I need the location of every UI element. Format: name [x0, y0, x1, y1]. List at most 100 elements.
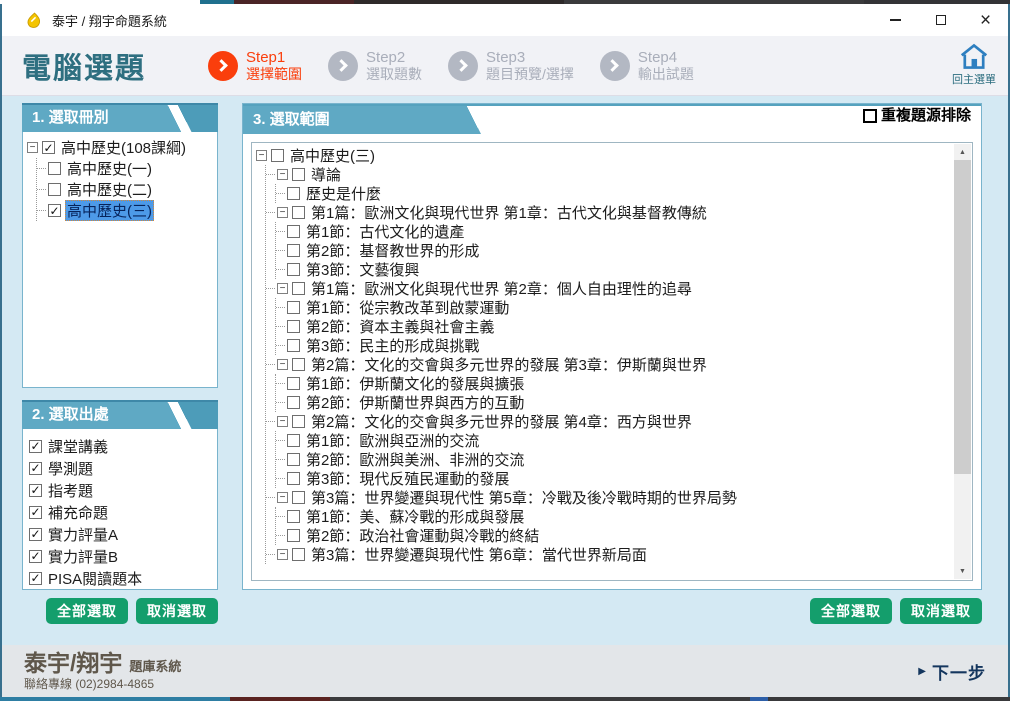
source-item[interactable]: ✓ 學測題: [29, 457, 215, 479]
expand-collapse-icon[interactable]: −: [277, 359, 288, 370]
tree-row[interactable]: 高中歷史(一): [37, 158, 215, 179]
checkbox[interactable]: [287, 320, 300, 333]
expand-collapse-icon[interactable]: −: [277, 492, 288, 503]
tree-row[interactable]: − 第1篇：歐洲文化與現代世界 第1章：古代文化與基督教傳統: [266, 203, 952, 222]
tree-row[interactable]: 歷史是什麼: [276, 184, 952, 203]
tree-connector: [276, 231, 285, 232]
checkbox[interactable]: [287, 187, 300, 200]
expand-collapse-icon[interactable]: −: [277, 549, 288, 560]
checkbox[interactable]: ✓: [29, 483, 42, 497]
expand-collapse-icon[interactable]: −: [256, 150, 267, 161]
tree-row[interactable]: − 第3篇：世界變遷與現代性 第5章：冷戰及後冷戰時期的世界局勢: [266, 488, 952, 507]
tree-row[interactable]: − 第3篇：世界變遷與現代性 第6章：當代世界新局面: [266, 545, 952, 564]
step-2[interactable]: Step2 選取題數: [328, 49, 422, 82]
step-3[interactable]: Step3 題目預覽/選擇: [448, 49, 574, 82]
select-all-button-left[interactable]: 全部選取: [46, 598, 128, 624]
tree-row[interactable]: 第3節：現代反殖民運動的發展: [276, 469, 952, 488]
tree-row[interactable]: − 高中歷史(三): [256, 146, 952, 165]
home-button[interactable]: 回主選單: [952, 43, 996, 87]
checkbox[interactable]: ✓: [29, 505, 42, 519]
minimize-button[interactable]: [873, 4, 918, 36]
source-item[interactable]: ✓ 補充命題: [29, 501, 215, 523]
checkbox[interactable]: [292, 358, 305, 371]
tree-row[interactable]: ✓ 高中歷史(三): [37, 200, 215, 221]
checkbox[interactable]: [292, 282, 305, 295]
step-1[interactable]: Step1 選擇範圍: [208, 49, 302, 82]
source-item[interactable]: ✓ 課堂講義: [29, 435, 215, 457]
expand-collapse-icon[interactable]: −: [277, 283, 288, 294]
tree-row[interactable]: 第2節：伊斯蘭世界與西方的互動: [276, 393, 952, 412]
checkbox[interactable]: [292, 548, 305, 561]
close-button[interactable]: ×: [963, 4, 1008, 36]
checkbox[interactable]: [292, 415, 305, 428]
checkbox[interactable]: [287, 453, 300, 466]
checkbox[interactable]: [292, 168, 305, 181]
tree-row[interactable]: 第1節：歐洲與亞洲的交流: [276, 431, 952, 450]
checkbox[interactable]: ✓: [29, 439, 42, 453]
checkbox[interactable]: ✓: [48, 204, 61, 217]
checkbox[interactable]: [287, 529, 300, 542]
source-item[interactable]: ✓ 指考題: [29, 479, 215, 501]
tree-row[interactable]: 第3節：文藝復興: [276, 260, 952, 279]
checkbox[interactable]: [48, 183, 61, 196]
tree-item-label: 高中歷史(二): [67, 182, 152, 199]
source-item[interactable]: ✓ 實力評量B: [29, 545, 215, 567]
app-logo-icon: [27, 11, 41, 28]
chapter-label: 第1篇：歐洲文化與現代世界 第1章：古代文化與基督教傳統: [311, 205, 707, 222]
checkbox[interactable]: ✓: [29, 461, 42, 475]
deselect-button-right[interactable]: 取消選取: [900, 598, 982, 624]
dedupe-checkbox[interactable]: [862, 108, 877, 123]
expand-collapse-icon[interactable]: −: [27, 142, 38, 153]
tree-row[interactable]: − 第2篇：文化的交會與多元世界的發展 第3章：伊斯蘭與世界: [266, 355, 952, 374]
select-all-button-right[interactable]: 全部選取: [810, 598, 892, 624]
tree-row[interactable]: − 導論: [266, 165, 952, 184]
app-header: 電腦選題 Step1 選擇範圍 Step2 選取題數 Step3 題目預覽/選擇 Step4…: [2, 36, 1008, 96]
checkbox[interactable]: [287, 244, 300, 257]
checkbox[interactable]: [287, 396, 300, 409]
tree-row[interactable]: − 第1篇：歐洲文化與現代世界 第2章：個人自由理性的追尋: [266, 279, 952, 298]
expand-collapse-icon[interactable]: −: [277, 169, 288, 180]
scroll-up-button[interactable]: ▲: [954, 144, 971, 160]
tree-row[interactable]: 第1節：從宗教改革到啟蒙運動: [276, 298, 952, 317]
checkbox[interactable]: [287, 434, 300, 447]
checkbox[interactable]: [287, 225, 300, 238]
tree-row[interactable]: 第1節：美、蘇冷戰的形成與發展: [276, 507, 952, 526]
checkbox[interactable]: [292, 206, 305, 219]
tree-row[interactable]: 第2節：政治社會運動與冷戰的終結: [276, 526, 952, 545]
dedupe-checkbox-row[interactable]: 重複題源排除: [862, 108, 971, 123]
checkbox[interactable]: [287, 472, 300, 485]
checkbox[interactable]: [287, 263, 300, 276]
source-item[interactable]: ✓ 實力評量A: [29, 523, 215, 545]
tree-row[interactable]: 第3節：民主的形成與挑戰: [276, 336, 952, 355]
tree-row[interactable]: 第2節：基督教世界的形成: [276, 241, 952, 260]
tree-row[interactable]: − ✓ 高中歷史(108課綱): [27, 137, 215, 158]
tree-row[interactable]: 第2節：歐洲與美洲、非洲的交流: [276, 450, 952, 469]
scroll-down-button[interactable]: ▼: [954, 563, 971, 579]
checkbox[interactable]: [271, 149, 284, 162]
expand-collapse-icon[interactable]: −: [277, 207, 288, 218]
maximize-button[interactable]: [918, 4, 963, 36]
scrollbar-track[interactable]: [954, 160, 971, 563]
checkbox[interactable]: [287, 301, 300, 314]
deselect-button-left[interactable]: 取消選取: [136, 598, 218, 624]
checkbox[interactable]: ✓: [29, 571, 42, 585]
scrollbar-thumb[interactable]: [954, 160, 971, 475]
next-step-button[interactable]: ▶ 下一步: [918, 659, 986, 684]
source-item-label: PISA閱讀題本: [48, 570, 143, 588]
tree-row[interactable]: − 第2篇：文化的交會與多元世界的發展 第4章：西方與世界: [266, 412, 952, 431]
source-item[interactable]: ✓ PISA閱讀題本: [29, 567, 215, 589]
checkbox[interactable]: [287, 510, 300, 523]
checkbox[interactable]: ✓: [42, 141, 55, 154]
checkbox[interactable]: [48, 162, 61, 175]
expand-collapse-icon[interactable]: −: [277, 416, 288, 427]
tree-row[interactable]: 高中歷史(二): [37, 179, 215, 200]
checkbox[interactable]: ✓: [29, 527, 42, 541]
tree-row[interactable]: 第1節：伊斯蘭文化的發展與擴張: [276, 374, 952, 393]
checkbox[interactable]: ✓: [29, 549, 42, 563]
checkbox[interactable]: [292, 491, 305, 504]
tree-row[interactable]: 第2節：資本主義與社會主義: [276, 317, 952, 336]
checkbox[interactable]: [287, 339, 300, 352]
tree-row[interactable]: 第1節：古代文化的遺產: [276, 222, 952, 241]
checkbox[interactable]: [287, 377, 300, 390]
step-4[interactable]: Step4 輸出試題: [599, 49, 694, 82]
